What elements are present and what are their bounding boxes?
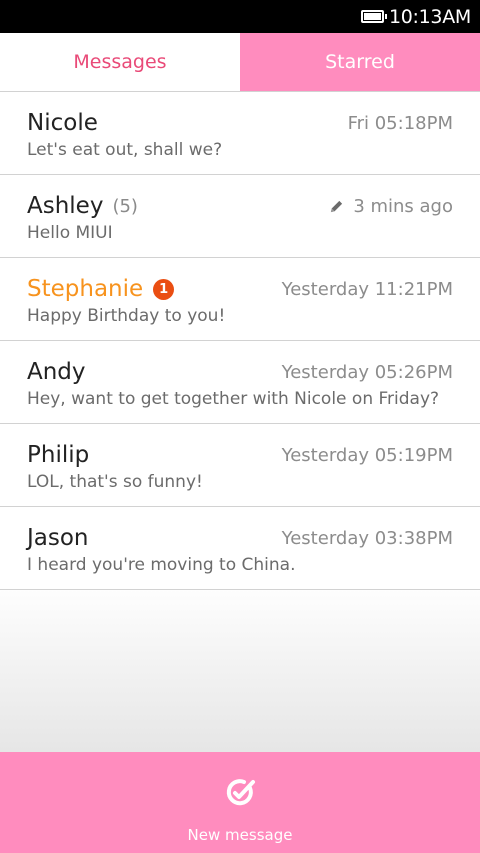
message-time: 3 mins ago: [353, 195, 453, 217]
message-count: (5): [112, 195, 138, 217]
message-time: Yesterday 03:38PM: [281, 527, 453, 549]
contact-name: Jason: [27, 525, 89, 551]
message-preview: Let's eat out, shall we?: [27, 140, 223, 160]
contact-name: Philip: [27, 442, 90, 468]
contact-name: Nicole: [27, 110, 98, 136]
new-message-button[interactable]: New message: [0, 752, 480, 853]
status-clock: 10:13AM: [388, 5, 471, 28]
compose-icon: [224, 776, 256, 812]
contact-name: Andy: [27, 359, 86, 385]
message-preview: Hello MIUI: [27, 223, 113, 243]
message-preview: LOL, that's so funny!: [27, 472, 203, 492]
tab-messages[interactable]: Messages: [0, 33, 240, 91]
draft-pencil-icon: [329, 199, 344, 214]
conversation-row-jason[interactable]: Jason Yesterday 03:38PM I heard you're m…: [0, 507, 480, 590]
new-message-label: New message: [187, 826, 293, 844]
tab-bar: Messages Starred: [0, 33, 480, 92]
messaging-screen: 10:13AM Messages Starred Nicole Fri 05:1…: [0, 0, 480, 853]
battery-icon: [360, 10, 387, 23]
conversation-row-philip[interactable]: Philip Yesterday 05:19PM LOL, that's so …: [0, 424, 480, 507]
message-time: Yesterday 05:26PM: [281, 361, 453, 383]
message-preview: Happy Birthday to you!: [27, 306, 226, 326]
conversation-list: Nicole Fri 05:18PM Let's eat out, shall …: [0, 92, 480, 752]
conversation-row-andy[interactable]: Andy Yesterday 05:26PM Hey, want to get …: [0, 341, 480, 424]
tab-starred[interactable]: Starred: [240, 33, 480, 91]
unread-badge: 1: [153, 278, 175, 300]
contact-name: Stephanie: [27, 276, 144, 302]
message-time: Yesterday 11:21PM: [281, 278, 453, 300]
message-preview: I heard you're moving to China.: [27, 555, 296, 575]
message-preview: Hey, want to get together with Nicole on…: [27, 389, 440, 409]
message-time: Fri 05:18PM: [347, 112, 453, 134]
conversation-row-ashley[interactable]: Ashley (5) 3 mins ago Hello MIUI: [0, 175, 480, 258]
conversation-row-stephanie[interactable]: Stephanie 1 Yesterday 11:21PM Happy Birt…: [0, 258, 480, 341]
status-bar: 10:13AM: [0, 0, 480, 33]
message-time: Yesterday 05:19PM: [281, 444, 453, 466]
conversation-row-nicole[interactable]: Nicole Fri 05:18PM Let's eat out, shall …: [0, 92, 480, 175]
contact-name: Ashley: [27, 193, 104, 219]
